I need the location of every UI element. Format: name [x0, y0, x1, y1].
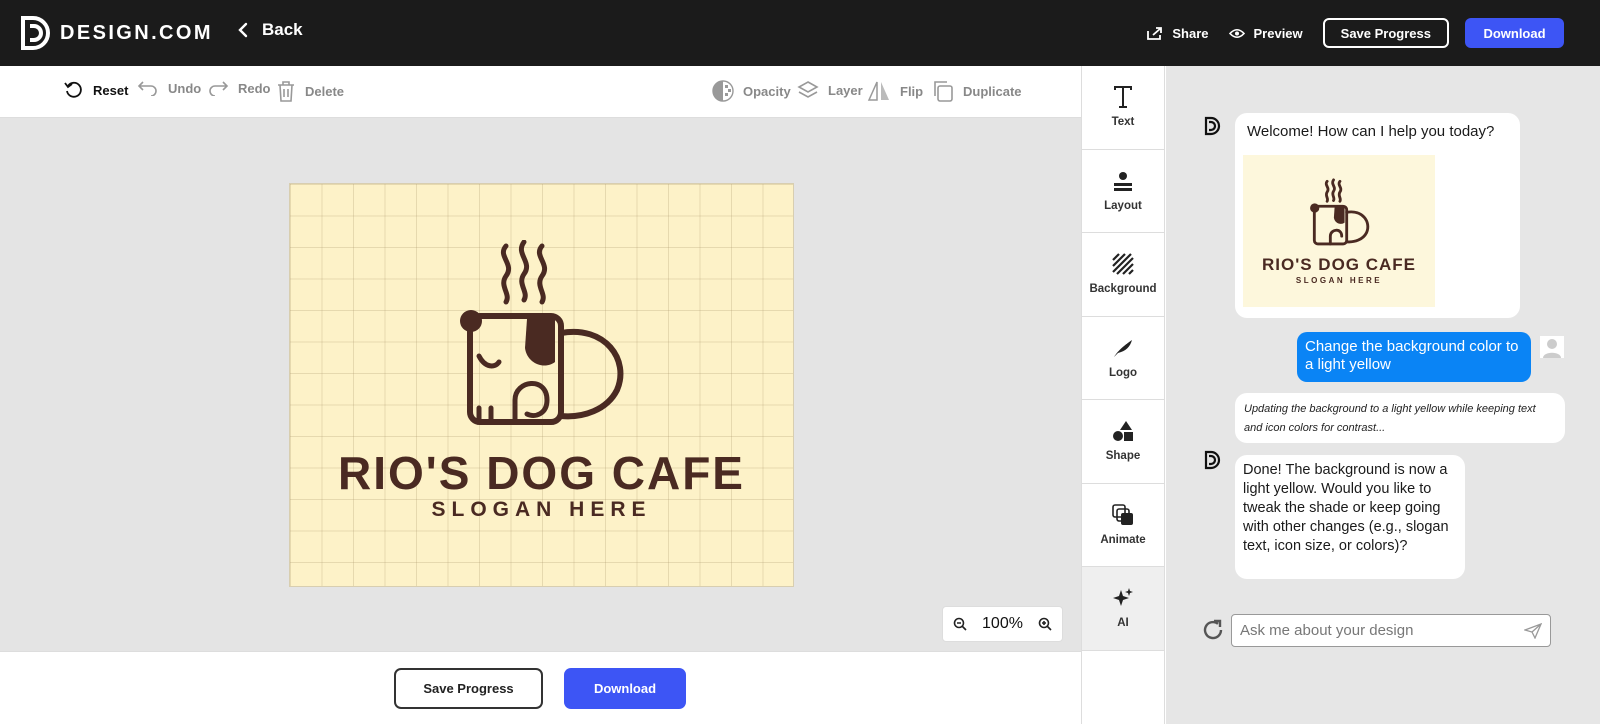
- share-button[interactable]: Share: [1147, 25, 1209, 41]
- flip-label: Flip: [900, 83, 924, 99]
- zoom-level: 100%: [982, 615, 1023, 632]
- share-icon: [1147, 27, 1163, 40]
- brand-name: DESIGN.COM: [60, 21, 213, 44]
- redo-button[interactable]: Redo: [207, 80, 271, 96]
- undo-icon: [137, 81, 157, 96]
- sparkle-icon: [1113, 588, 1133, 607]
- preview-label: Preview: [1253, 25, 1303, 41]
- animate-icon: [1112, 503, 1133, 525]
- tool-ai[interactable]: AI: [1082, 567, 1164, 651]
- redo-label: Redo: [238, 80, 271, 96]
- user-message: Change the background color to a light y…: [1297, 332, 1531, 382]
- flip-icon: [867, 81, 889, 101]
- status-message: Updating the background to a light yello…: [1235, 393, 1565, 443]
- brand[interactable]: DESIGN.COM: [20, 15, 213, 51]
- reset-icon: [64, 81, 82, 98]
- thumbnail-slogan: SLOGAN HERE: [1295, 276, 1383, 285]
- undo-label: Undo: [168, 80, 202, 96]
- tool-logo[interactable]: Logo: [1082, 317, 1164, 400]
- zoom-in-icon[interactable]: [1038, 617, 1052, 631]
- save-progress-button-bottom[interactable]: Save Progress: [394, 668, 543, 709]
- bot-avatar-icon: [1204, 116, 1221, 136]
- logo-slogan[interactable]: SLOGAN HERE: [290, 498, 793, 522]
- save-progress-button[interactable]: Save Progress: [1322, 18, 1449, 48]
- tool-animate-label: Animate: [1100, 533, 1146, 546]
- bot-reply-message: Done! The background is now a light yell…: [1235, 455, 1465, 579]
- trash-icon: [278, 81, 294, 102]
- download-button[interactable]: Download: [1465, 18, 1564, 48]
- tool-background[interactable]: Background: [1082, 233, 1164, 317]
- send-icon[interactable]: [1524, 622, 1542, 639]
- delete-label: Delete: [305, 83, 345, 99]
- thumbnail-dog-mug-icon: [1310, 178, 1370, 246]
- share-label: Share: [1172, 25, 1209, 41]
- bot-avatar-icon: [1204, 450, 1221, 470]
- duplicate-button[interactable]: Duplicate: [932, 80, 1022, 102]
- editor-area: Reset Undo Redo Delete Opacity Layer Fli…: [0, 66, 1081, 724]
- thumbnail-title: RIO'S DOG CAFE: [1261, 255, 1417, 274]
- tool-text-label: Text: [1111, 116, 1135, 129]
- design-canvas[interactable]: RIO'S DOG CAFE SLOGAN HERE: [289, 183, 794, 587]
- tool-ai-label: AI: [1117, 617, 1129, 630]
- tool-text[interactable]: Text: [1082, 66, 1164, 150]
- reset-label: Reset: [93, 82, 129, 98]
- logo-feather-icon: [1114, 339, 1132, 357]
- welcome-text: Welcome! How can I help you today?: [1247, 123, 1495, 140]
- tool-layout-label: Layout: [1104, 199, 1142, 212]
- edit-toolbar: Reset Undo Redo Delete Opacity Layer Fli…: [0, 66, 1081, 118]
- download-button-bottom[interactable]: Download: [564, 668, 686, 709]
- shape-icon: [1113, 421, 1133, 442]
- duplicate-icon: [934, 81, 953, 102]
- opacity-label: Opacity: [743, 83, 791, 99]
- zoom-out-icon[interactable]: [953, 617, 967, 631]
- chat-input-box: [1231, 614, 1551, 647]
- back-button[interactable]: Back: [238, 20, 303, 40]
- preview-button[interactable]: Preview: [1228, 25, 1303, 41]
- zoom-control: 100%: [942, 606, 1063, 642]
- back-label: Back: [262, 20, 303, 39]
- opacity-button[interactable]: Opacity: [712, 80, 791, 102]
- design-thumbnail[interactable]: RIO'S DOG CAFE SLOGAN HERE: [1243, 155, 1435, 307]
- logo-title[interactable]: RIO'S DOG CAFE: [290, 446, 793, 500]
- side-tools-panel: Text Layout Background Logo Shape Animat…: [1081, 66, 1165, 724]
- user-icon: [1543, 339, 1561, 358]
- text-icon: [1114, 86, 1132, 109]
- layer-icon: [797, 81, 819, 98]
- layer-button[interactable]: Layer: [797, 80, 863, 100]
- design-logo-icon: [21, 16, 50, 50]
- bot-welcome-message: Welcome! How can I help you today? RIO'S…: [1235, 113, 1520, 318]
- user-avatar: [1540, 336, 1564, 358]
- tool-background-label: Background: [1089, 283, 1157, 296]
- chevron-left-icon: [238, 22, 248, 38]
- tool-logo-label: Logo: [1108, 366, 1138, 379]
- flip-button[interactable]: Flip: [867, 80, 923, 102]
- redo-icon: [209, 81, 229, 96]
- bottom-action-bar: Save Progress Download: [0, 651, 1081, 724]
- eye-icon: [1228, 28, 1245, 38]
- dog-mug-logo-icon: [460, 240, 624, 425]
- layout-icon: [1114, 171, 1132, 191]
- duplicate-label: Duplicate: [963, 83, 1022, 99]
- ai-chat-panel: Welcome! How can I help you today? RIO'S…: [1166, 66, 1600, 724]
- opacity-icon: [712, 80, 734, 102]
- tool-layout[interactable]: Layout: [1082, 150, 1164, 233]
- tool-shape[interactable]: Shape: [1082, 400, 1164, 484]
- undo-button[interactable]: Undo: [137, 80, 201, 96]
- delete-button[interactable]: Delete: [276, 80, 344, 102]
- reset-button[interactable]: Reset: [64, 80, 128, 100]
- tool-shape-label: Shape: [1105, 450, 1141, 463]
- chat-input[interactable]: [1240, 622, 1524, 639]
- refresh-icon[interactable]: [1201, 618, 1225, 642]
- background-icon: [1112, 253, 1134, 276]
- top-bar: DESIGN.COM Back Share Preview Save Progr…: [0, 0, 1600, 66]
- layer-label: Layer: [828, 82, 863, 98]
- tool-animate[interactable]: Animate: [1082, 484, 1164, 567]
